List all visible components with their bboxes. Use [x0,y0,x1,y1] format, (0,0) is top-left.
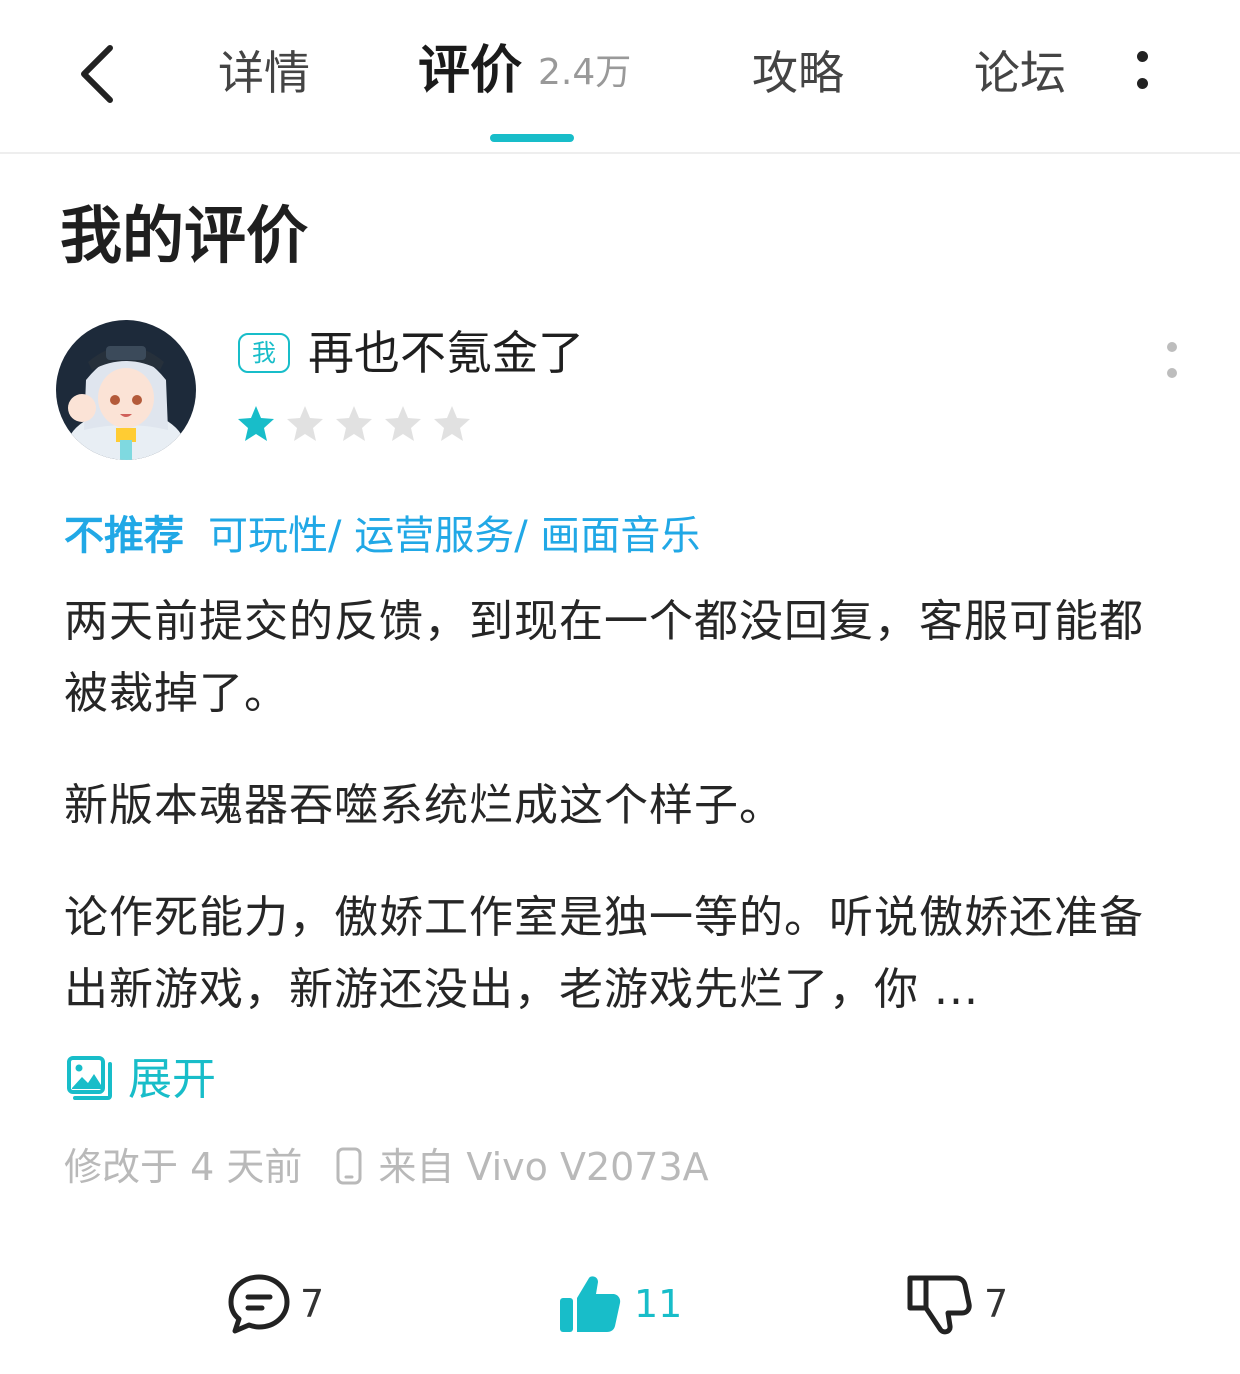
comment-count: 7 [300,1282,325,1326]
review-paragraph: 论作死能力，傲娇工作室是独一等的。听说傲娇还准备出新游戏，新游还没出，老游戏先烂… [64,892,1144,1015]
me-badge: 我 [238,333,290,373]
star-filled-icon [238,406,274,441]
anime-girl-avatar-icon [56,320,196,460]
back-button[interactable] [70,38,130,110]
like-count: 11 [634,1282,683,1326]
star-empty-icon [434,406,470,441]
recommend-tag: 不推荐 [64,513,184,559]
top-nav-bar: 详情 评价 2.4万 攻略 论坛 [0,0,1240,154]
dislike-button[interactable]: 7 [906,1272,1016,1336]
tab-details[interactable]: 详情 [218,40,310,106]
modified-time: 修改于 4 天前 [64,1145,303,1189]
page-title: 我的评价 [60,199,309,272]
active-tab-indicator [490,134,574,142]
comment-icon [228,1274,290,1334]
image-icon [67,1056,112,1100]
star-rating [236,404,481,446]
comment-button[interactable]: 7 [226,1272,336,1336]
like-button[interactable]: 11 [558,1272,688,1336]
review-count: 2.4万 [538,52,632,93]
more-options-icon[interactable] [1126,46,1158,102]
review-tags: 不推荐 可玩性/ 运营服务/ 画面音乐 [64,508,700,564]
tab-reviews-label: 评价 [418,41,523,101]
username[interactable]: 再也不氪金了 [308,322,584,384]
device-source: 来自 Vivo V2073A [378,1145,709,1189]
star-empty-icon [287,406,323,441]
star-empty-icon [336,406,372,441]
avatar[interactable] [56,320,196,460]
tab-reviews[interactable]: 评价 2.4万 [418,38,631,106]
review-meta: 修改于 4 天前 来自 Vivo V2073A [64,1140,709,1199]
tab-forum[interactable]: 论坛 [974,40,1066,106]
star-empty-icon [385,406,421,441]
review-more-icon[interactable] [1156,342,1188,388]
review-paragraph: 新版本魂器吞噬系统烂成这个样子。 [64,780,784,831]
dislike-count: 7 [984,1282,1009,1326]
thumbs-up-icon [560,1276,621,1332]
expand-label: 展开 [128,1054,216,1105]
phone-icon [336,1145,362,1199]
chevron-left-icon [81,45,113,103]
tab-guides[interactable]: 攻略 [752,40,844,106]
review-paragraph: 两天前提交的反馈，到现在一个都没回复，客服可能都被裁掉了。 [64,596,1144,719]
aspect-tags: 可玩性/ 运营服务/ 画面音乐 [208,513,701,559]
thumbs-down-icon [907,1275,972,1335]
